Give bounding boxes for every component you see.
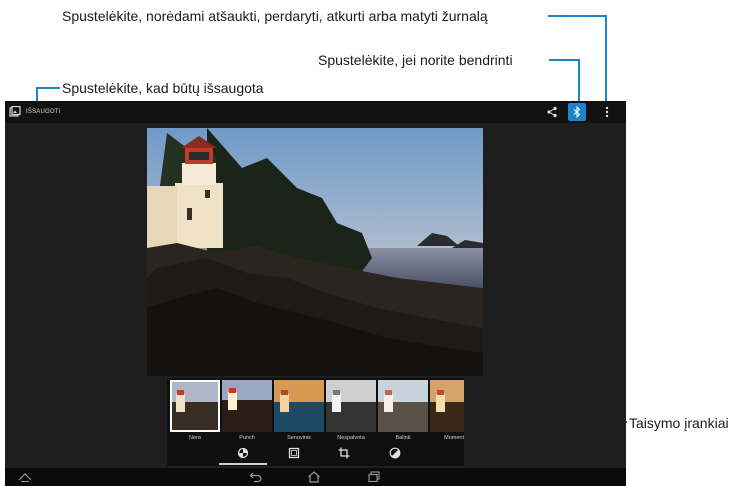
share-icon[interactable]: [543, 103, 561, 121]
callout-save-line: [36, 87, 60, 89]
back-icon[interactable]: [248, 470, 264, 484]
bluetooth-icon[interactable]: [568, 103, 586, 121]
callout-menu-line: [548, 15, 606, 17]
callout-menu-line-vertical: [605, 15, 607, 108]
filter-label: Nespalvota: [337, 435, 365, 441]
home-icon[interactable]: [306, 470, 322, 484]
filter-label: Punch: [239, 435, 255, 441]
filter-thumb-punch[interactable]: [222, 380, 272, 432]
callout-share: Spustelėkite, jei norite bendrinti: [318, 52, 513, 68]
filter-label: Nėra: [189, 435, 201, 441]
callout-save: Spustelėkite, kad būtų išsaugota: [62, 80, 264, 96]
filter-label: Moment: [444, 435, 464, 441]
hide-nav-icon[interactable]: [17, 470, 33, 484]
filter-label: Senovinis: [287, 435, 311, 441]
callout-menu: Spustelėkite, norėdami atšaukti, perdary…: [62, 8, 488, 24]
system-nav-bar: [5, 468, 626, 486]
save-button[interactable]: IŠSAUGOTI: [9, 103, 60, 121]
callout-tools: Taisymo įrankiai: [629, 415, 729, 431]
gallery-icon: [9, 106, 21, 118]
callout-share-line: [549, 59, 579, 61]
recents-icon[interactable]: [366, 470, 382, 484]
filters-icon[interactable]: [234, 444, 252, 462]
edited-photo: [147, 128, 483, 376]
filter-thumb-vintage[interactable]: [274, 380, 324, 432]
action-bar: IŠSAUGOTI: [5, 101, 626, 123]
crop-icon[interactable]: [335, 444, 353, 462]
overflow-menu-icon[interactable]: [598, 103, 616, 121]
frame-icon[interactable]: [285, 444, 303, 462]
photo-editor-screen: IŠSAUGOTI Nėra Punch Senovinis Nespalvot…: [5, 101, 626, 486]
filter-thumb-bw[interactable]: [326, 380, 376, 432]
selected-tool-indicator: [219, 463, 267, 465]
filter-label: Balinti: [395, 435, 411, 441]
filter-thumb-moment[interactable]: [430, 380, 464, 432]
filter-thumb-bleach[interactable]: [378, 380, 428, 432]
filter-thumb-none[interactable]: [170, 380, 220, 432]
edit-tools-panel: Nėra Punch Senovinis Nespalvota Balinti …: [167, 378, 464, 466]
save-label: IŠSAUGOTI: [26, 109, 61, 115]
adjust-icon[interactable]: [386, 444, 404, 462]
